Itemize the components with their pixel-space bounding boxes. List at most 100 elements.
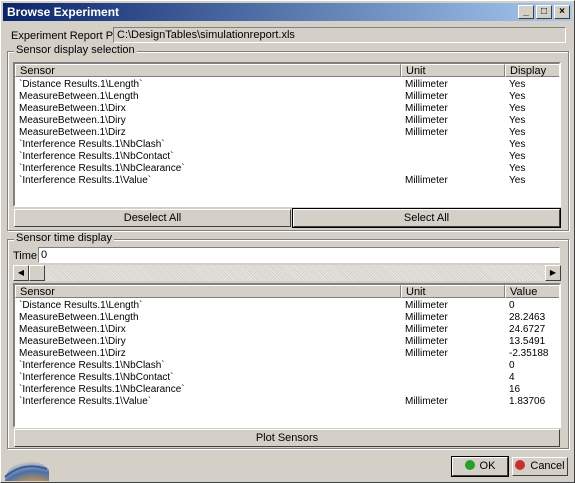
cell-value: 0 xyxy=(509,300,515,311)
cell-sensor: MeasureBetween.1\Diry xyxy=(19,115,126,126)
browse-experiment-dialog: Browse Experiment _ □ × Experiment Repor… xyxy=(0,0,575,483)
cell-sensor: `Interference Results.1\NbClash` xyxy=(19,360,165,371)
table-row[interactable]: `Interference Results.1\NbClearance` Yes xyxy=(15,163,559,175)
cell-sensor: MeasureBetween.1\Dirz xyxy=(19,127,126,138)
report-path-field: C:\DesignTables\simulationreport.xls xyxy=(113,27,566,43)
cell-sensor: `Interference Results.1\NbContact` xyxy=(19,151,174,162)
table-row[interactable]: `Interference Results.1\NbClash` Yes xyxy=(15,139,559,151)
cell-display: Yes xyxy=(509,151,526,162)
cell-display: Yes xyxy=(509,127,526,138)
title-bar: Browse Experiment _ □ × xyxy=(3,3,572,21)
minimize-button[interactable]: _ xyxy=(518,5,534,19)
cancel-button[interactable]: Cancel xyxy=(512,457,568,476)
table-row[interactable]: `Interference Results.1\NbContact` Yes xyxy=(15,151,559,163)
cell-sensor: MeasureBetween.1\Length xyxy=(19,312,139,323)
table-row[interactable]: MeasureBetween.1\Length Millimeter 28.2463 xyxy=(15,312,559,324)
left-arrow-icon: ◀ xyxy=(17,268,25,277)
cell-unit: Millimeter xyxy=(405,336,448,347)
cell-display: Yes xyxy=(509,91,526,102)
table-row[interactable]: MeasureBetween.1\Dirx Millimeter Yes xyxy=(15,103,559,115)
cell-value: -2.35188 xyxy=(509,348,549,359)
cell-value: 13.5491 xyxy=(509,336,546,347)
cell-unit: Millimeter xyxy=(405,115,448,126)
table-row[interactable]: MeasureBetween.1\Diry Millimeter Yes xyxy=(15,115,559,127)
cell-sensor: MeasureBetween.1\Dirx xyxy=(19,324,126,335)
cell-value: 4 xyxy=(509,372,515,383)
table-row[interactable]: `Interference Results.1\NbClash` 0 xyxy=(15,360,559,372)
cell-unit: Millimeter xyxy=(405,103,448,114)
column-header-unit[interactable]: Unit xyxy=(401,64,505,77)
cell-sensor: `Interference Results.1\NbContact` xyxy=(19,372,174,383)
cell-unit: Millimeter xyxy=(405,348,448,359)
table-row[interactable]: MeasureBetween.1\Dirz Millimeter -2.35188 xyxy=(15,348,559,360)
cell-sensor: `Interference Results.1\NbClash` xyxy=(19,139,165,150)
cell-display: Yes xyxy=(509,175,526,186)
cell-unit: Millimeter xyxy=(405,312,448,323)
cell-unit: Millimeter xyxy=(405,91,448,102)
table-row[interactable]: MeasureBetween.1\Dirx Millimeter 24.6727 xyxy=(15,324,559,336)
column-header-sensor[interactable]: Sensor xyxy=(15,64,401,77)
red-dot-icon xyxy=(515,460,526,470)
scroll-thumb[interactable] xyxy=(29,265,45,281)
deselect-all-button[interactable]: Deselect All xyxy=(14,209,291,227)
cancel-label: Cancel xyxy=(530,460,565,472)
cell-display: Yes xyxy=(509,103,526,114)
ok-label: OK xyxy=(479,460,496,472)
cell-unit: Millimeter xyxy=(405,300,448,311)
column-header-display[interactable]: Display xyxy=(505,64,559,77)
cell-display: Yes xyxy=(509,139,526,150)
table-row[interactable]: `Interference Results.1\NbClearance` 16 xyxy=(15,384,559,396)
cell-sensor: MeasureBetween.1\Dirz xyxy=(19,348,126,359)
maximize-button[interactable]: □ xyxy=(536,5,552,19)
cell-display: Yes xyxy=(509,115,526,126)
sensor-selection-table: Sensor Unit Display `Distance Results.1\… xyxy=(13,62,561,207)
plot-sensors-button[interactable]: Plot Sensors xyxy=(14,429,560,447)
catia-logo xyxy=(4,461,49,481)
sensor-time-table: Sensor Unit Value `Distance Results.1\Le… xyxy=(13,283,561,428)
cell-value: 0 xyxy=(509,360,515,371)
column-header-unit[interactable]: Unit xyxy=(401,285,505,298)
cell-display: Yes xyxy=(509,163,526,174)
ok-button[interactable]: OK xyxy=(451,456,509,477)
table-row[interactable]: `Distance Results.1\Length` Millimeter Yes xyxy=(15,79,559,91)
time-input[interactable]: 0 xyxy=(38,247,560,263)
sensor-time-header: Sensor Unit Value xyxy=(15,285,559,298)
time-scrollbar[interactable]: ◀ ▶ xyxy=(13,265,561,281)
cell-sensor: MeasureBetween.1\Dirx xyxy=(19,103,126,114)
cell-value: 28.2463 xyxy=(509,312,546,323)
column-header-sensor[interactable]: Sensor xyxy=(15,285,401,298)
cell-sensor: `Interference Results.1\Value` xyxy=(19,396,152,407)
cell-unit: Millimeter xyxy=(405,175,448,186)
sensor-time-display-label: Sensor time display xyxy=(14,232,114,244)
cell-unit: Millimeter xyxy=(405,324,448,335)
sensor-selection-header: Sensor Unit Display xyxy=(15,64,559,77)
table-row[interactable]: MeasureBetween.1\Length Millimeter Yes xyxy=(15,91,559,103)
time-label: Time: xyxy=(13,250,41,262)
table-row[interactable]: `Distance Results.1\Length` Millimeter 0 xyxy=(15,300,559,312)
table-row[interactable]: MeasureBetween.1\Diry Millimeter 13.5491 xyxy=(15,336,559,348)
green-dot-icon xyxy=(464,460,475,470)
cell-value: 24.6727 xyxy=(509,324,546,335)
cell-sensor: `Distance Results.1\Length` xyxy=(19,300,143,311)
cell-unit: Millimeter xyxy=(405,127,448,138)
cell-sensor: MeasureBetween.1\Length xyxy=(19,91,139,102)
sensor-display-selection-label: Sensor display selection xyxy=(14,44,137,56)
cell-display: Yes xyxy=(509,79,526,90)
close-button[interactable]: × xyxy=(554,5,570,19)
select-all-button[interactable]: Select All xyxy=(292,208,561,228)
cell-sensor: `Interference Results.1\NbClearance` xyxy=(19,384,185,395)
cell-sensor: `Interference Results.1\Value` xyxy=(19,175,152,186)
table-row[interactable]: `Interference Results.1\NbContact` 4 xyxy=(15,372,559,384)
cell-sensor: MeasureBetween.1\Diry xyxy=(19,336,126,347)
table-row[interactable]: MeasureBetween.1\Dirz Millimeter Yes xyxy=(15,127,559,139)
cell-sensor: `Distance Results.1\Length` xyxy=(19,79,143,90)
window-title: Browse Experiment xyxy=(7,5,120,19)
table-row[interactable]: `Interference Results.1\Value` Millimeter… xyxy=(15,396,559,408)
right-arrow-icon: ▶ xyxy=(549,268,557,277)
cell-value: 16 xyxy=(509,384,521,395)
scroll-left-button[interactable]: ◀ xyxy=(13,265,29,281)
table-row[interactable]: `Interference Results.1\Value` Millimeter… xyxy=(15,175,559,187)
cell-unit: Millimeter xyxy=(405,79,448,90)
scroll-right-button[interactable]: ▶ xyxy=(545,265,561,281)
column-header-value[interactable]: Value xyxy=(505,285,559,298)
